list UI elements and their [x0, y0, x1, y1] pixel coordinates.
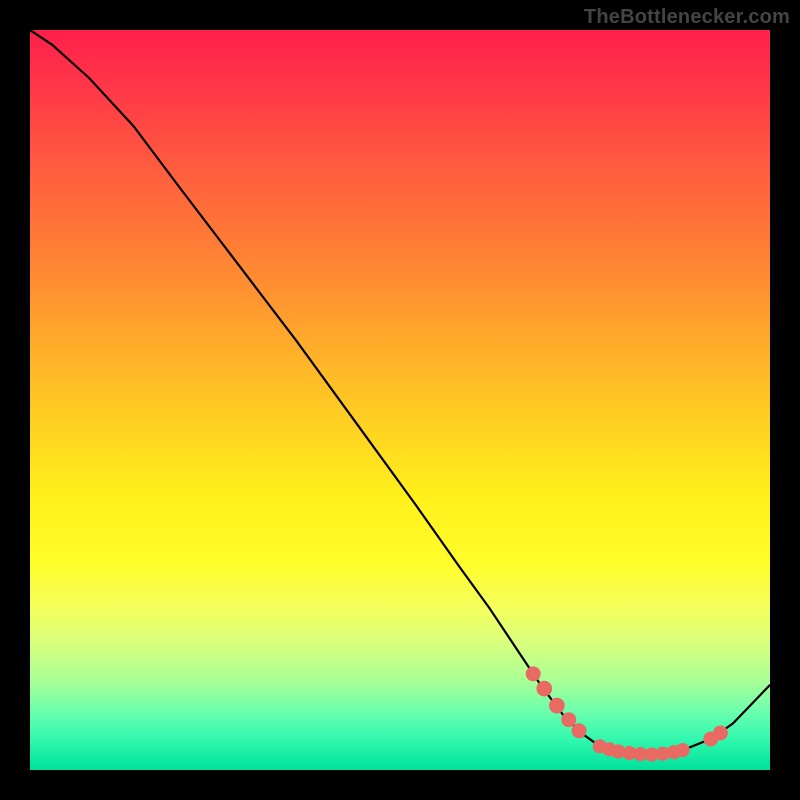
curve-point-marker: [561, 712, 576, 727]
curve-point-marker: [549, 698, 565, 714]
curve-point-marker: [676, 743, 690, 757]
curve-markers: [526, 666, 728, 761]
chart-svg: [30, 30, 770, 770]
attribution-text: TheBottlenecker.com: [584, 6, 790, 29]
curve-point-marker: [713, 726, 728, 741]
curve-point-marker: [526, 666, 541, 681]
bottleneck-curve: [30, 30, 770, 755]
curve-point-marker: [572, 723, 587, 738]
chart-container: TheBottlenecker.com: [0, 0, 800, 800]
curve-point-marker: [536, 681, 552, 697]
